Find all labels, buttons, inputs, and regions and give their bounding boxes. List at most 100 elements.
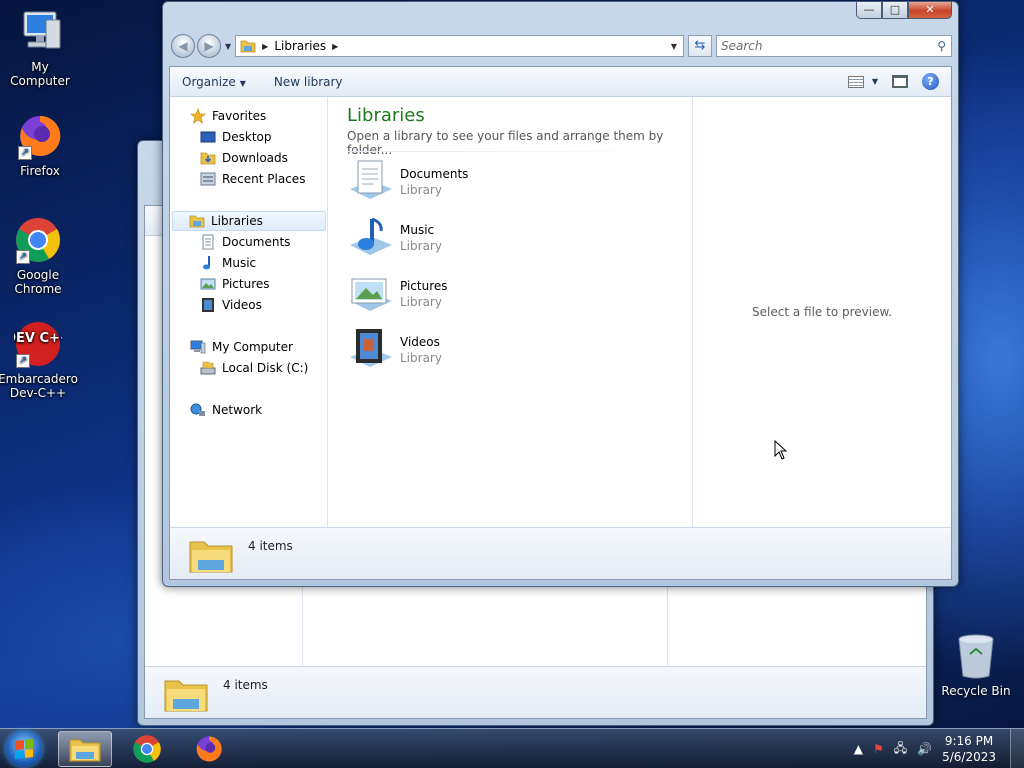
view-icon [847, 75, 864, 88]
close-button[interactable]: ✕ [908, 1, 952, 19]
hard-drive-icon [200, 361, 216, 375]
toolbar: Organize ▼ New library ▼ ? [170, 67, 951, 97]
back-button[interactable]: ◀ [171, 34, 195, 58]
start-button[interactable] [6, 731, 42, 767]
svg-text:DEV C++: DEV C++ [14, 331, 62, 346]
search-input[interactable]: Search ⚲ [716, 35, 952, 57]
library-type: Library [400, 239, 442, 253]
taskbar-chrome[interactable] [120, 731, 174, 767]
desktop-icon [200, 131, 216, 143]
nav-item-network[interactable]: Network [190, 400, 262, 420]
maximize-button[interactable]: □ [882, 1, 908, 19]
nav-item-local-disk[interactable]: Local Disk (C:) [200, 358, 308, 378]
network-status-icon[interactable]: 🖧 [894, 739, 907, 760]
nav-label: Recent Places [222, 172, 306, 186]
nav-item-pictures[interactable]: Pictures [200, 274, 270, 294]
shortcut-arrow-icon: ↗ [16, 354, 30, 368]
recycle-bin-icon [954, 632, 998, 680]
libraries-folder-icon [240, 40, 256, 53]
documents-icon [202, 234, 214, 250]
devcpp-icon: DEV C++ ↗ [5, 320, 71, 368]
organize-button[interactable]: Organize ▼ [182, 75, 246, 89]
shortcut-arrow-icon: ↗ [18, 146, 32, 160]
nav-label: Local Disk (C:) [222, 361, 309, 375]
window-body: Organize ▼ New library ▼ ? Favorites Desk… [169, 66, 952, 580]
nav-item-libraries[interactable]: Libraries [172, 211, 326, 231]
library-type: Library [400, 295, 442, 309]
recent-pages-dropdown[interactable]: ▼ [225, 42, 231, 51]
desktop-icon-label: My Computer [10, 60, 70, 88]
taskbar-firefox[interactable] [182, 731, 236, 767]
shortcut-arrow-icon: ↗ [16, 250, 30, 264]
nav-label: Pictures [222, 277, 270, 291]
desktop-icon-recycle-bin[interactable]: Recycle Bin [940, 632, 1012, 698]
refresh-button[interactable]: ⇆ [688, 35, 712, 57]
music-note-icon [203, 256, 210, 270]
nav-label: Music [222, 256, 257, 270]
show-hidden-icons-chevron-icon[interactable]: ▲ [854, 742, 863, 756]
library-item-music[interactable]: Music Library [346, 215, 442, 261]
nav-item-documents[interactable]: Documents [200, 232, 290, 252]
content-pane: Libraries Open a library to see your fil… [328, 97, 692, 527]
nav-item-music[interactable]: Music [200, 253, 256, 273]
network-icon [190, 403, 205, 416]
item-count: 4 items [248, 538, 293, 553]
volume-icon[interactable]: 🔊 [917, 742, 932, 756]
navigation-pane: Favorites Desktop Downloads Recent Place… [170, 97, 328, 527]
action-center-flag-icon[interactable]: ⚑ [873, 742, 884, 756]
mouse-cursor-icon [774, 440, 788, 460]
desktop-icon-firefox[interactable]: ↗ Firefox [0, 112, 80, 178]
library-name: Pictures [400, 279, 448, 293]
videos-library-icon [346, 327, 394, 373]
details-pane: 4 items [170, 527, 951, 579]
computer-icon [190, 340, 206, 354]
explorer-window[interactable]: — □ ✕ ◀ ▶ ▼ ▶ Libraries ▶ ▼ ⇆ Search ⚲ O… [162, 1, 959, 587]
clock-date: 5/6/2023 [942, 750, 996, 764]
breadcrumb-arrow-icon[interactable]: ▶ [332, 42, 338, 51]
nav-label: Downloads [222, 151, 288, 165]
libraries-subtitle: Open a library to see your files and arr… [347, 129, 664, 157]
star-icon [190, 108, 206, 124]
nav-item-desktop[interactable]: Desktop [200, 127, 272, 147]
search-icon: ⚲ [937, 39, 946, 53]
nav-item-favorites[interactable]: Favorites [190, 106, 266, 126]
pictures-library-icon [346, 271, 394, 317]
chevron-down-icon: ▼ [239, 78, 246, 88]
library-item-videos[interactable]: Videos Library [346, 327, 442, 373]
pictures-icon [200, 278, 216, 290]
desktop-icon-label: Embarcadero Dev-C++ [0, 372, 78, 400]
library-item-documents[interactable]: Documents Library [346, 159, 468, 205]
address-bar[interactable]: ▶ Libraries ▶ ▼ [235, 35, 684, 57]
breadcrumb-libraries[interactable]: Libraries [274, 39, 326, 53]
help-icon[interactable]: ? [922, 73, 939, 90]
change-view-button[interactable]: ▼ [847, 75, 878, 88]
breadcrumb-arrow-icon[interactable]: ▶ [262, 42, 268, 51]
address-row: ◀ ▶ ▼ ▶ Libraries ▶ ▼ ⇆ Search ⚲ [171, 33, 952, 59]
video-film-icon [202, 298, 214, 312]
taskbar-explorer[interactable] [58, 731, 112, 767]
minimize-button[interactable]: — [856, 1, 882, 19]
nav-item-videos[interactable]: Videos [200, 295, 262, 315]
libraries-icon [189, 215, 205, 228]
desktop-icon-label: Firefox [20, 164, 60, 178]
library-folder-icon [188, 534, 234, 574]
desktop-icon-label: Google Chrome [14, 268, 62, 296]
nav-item-downloads[interactable]: Downloads [200, 148, 288, 168]
preview-message: Select a file to preview. [752, 305, 892, 319]
nav-item-my-computer[interactable]: My Computer [190, 337, 293, 357]
desktop-icon-devcpp[interactable]: DEV C++ ↗ Embarcadero Dev-C++ [0, 320, 78, 400]
downloads-folder-icon [200, 152, 216, 165]
show-desktop-button[interactable] [1010, 729, 1024, 768]
library-item-pictures[interactable]: Pictures Library [346, 271, 448, 317]
new-library-button[interactable]: New library [274, 75, 343, 89]
preview-pane-toggle-icon[interactable] [892, 75, 908, 88]
desktop-icon-my-computer[interactable]: My Computer [0, 8, 80, 88]
desktop-icon-chrome[interactable]: ↗ Google Chrome [0, 216, 78, 296]
firefox-icon: ↗ [16, 112, 64, 160]
clock[interactable]: 9:16 PM 5/6/2023 [942, 733, 996, 765]
preview-pane: Select a file to preview. [692, 97, 951, 527]
organize-label: Organize [182, 74, 236, 89]
forward-button[interactable]: ▶ [197, 34, 221, 58]
nav-item-recent-places[interactable]: Recent Places [200, 169, 305, 189]
address-dropdown-icon[interactable]: ▼ [665, 42, 683, 51]
